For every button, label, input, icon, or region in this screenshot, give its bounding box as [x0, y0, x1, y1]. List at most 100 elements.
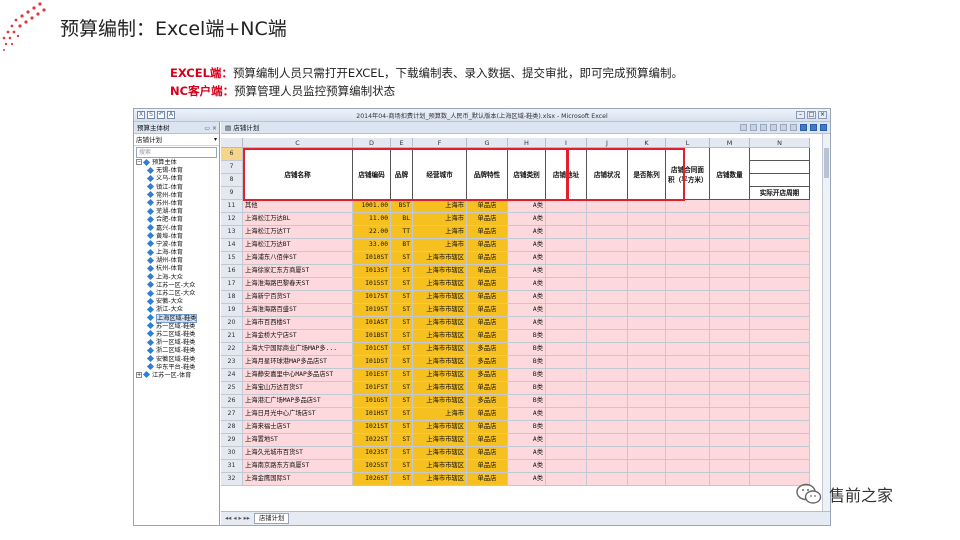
cell-g[interactable]: 单品店: [467, 265, 508, 278]
cell-l[interactable]: [666, 330, 710, 343]
cell-f[interactable]: 上海市: [413, 200, 467, 213]
cell-e[interactable]: ST: [391, 343, 413, 356]
cell-j[interactable]: [587, 304, 628, 317]
cell-l[interactable]: [666, 278, 710, 291]
cell-c[interactable]: 上海市百西楼ST: [243, 317, 353, 330]
tree-item[interactable]: 苏一区域-鞋类: [136, 322, 219, 331]
cell-f[interactable]: 上海市市辖区: [413, 434, 467, 447]
cell-e[interactable]: ST: [391, 434, 413, 447]
nav-icon[interactable]: [800, 124, 807, 131]
cell-d[interactable]: I01AST: [353, 317, 391, 330]
cell-h[interactable]: A类: [508, 252, 546, 265]
row-number[interactable]: 18: [221, 291, 243, 304]
cell-n[interactable]: [750, 369, 810, 382]
cell-i[interactable]: [546, 278, 587, 291]
tree-root[interactable]: − 预算主体: [136, 158, 219, 167]
cell-g[interactable]: 多品店: [467, 343, 508, 356]
cell-k[interactable]: [628, 369, 666, 382]
cell-k[interactable]: [628, 421, 666, 434]
cell-i[interactable]: [546, 239, 587, 252]
cell-e[interactable]: ST: [391, 460, 413, 473]
cell-h[interactable]: A类: [508, 434, 546, 447]
cell-n[interactable]: [750, 304, 810, 317]
cell-l[interactable]: [666, 434, 710, 447]
cell-f[interactable]: 上海市市辖区: [413, 356, 467, 369]
cell-c[interactable]: 上海金鹰国际ST: [243, 473, 353, 486]
tree-search-input[interactable]: 搜索: [136, 147, 217, 158]
cell-f[interactable]: 上海市市辖区: [413, 304, 467, 317]
cell-k[interactable]: [628, 434, 666, 447]
cell-j[interactable]: [587, 317, 628, 330]
cell-j[interactable]: [587, 408, 628, 421]
cell-n[interactable]: [750, 395, 810, 408]
cell-c[interactable]: 上海淮海路巴黎春天ST: [243, 278, 353, 291]
cell-l[interactable]: [666, 408, 710, 421]
cell-m[interactable]: [710, 434, 750, 447]
cell-d[interactable]: I017ST: [353, 291, 391, 304]
tree-item[interactable]: 江苏一区-大众: [136, 281, 219, 290]
cell-h[interactable]: A类: [508, 408, 546, 421]
minimize-icon[interactable]: –: [796, 111, 805, 119]
cell-l[interactable]: [666, 356, 710, 369]
row-number[interactable]: 9: [221, 187, 243, 200]
row-number[interactable]: 23: [221, 356, 243, 369]
cell-m[interactable]: [710, 330, 750, 343]
cell-j[interactable]: [587, 278, 628, 291]
cell-k[interactable]: [628, 252, 666, 265]
cell-j[interactable]: [587, 473, 628, 486]
cell-n[interactable]: [750, 460, 810, 473]
cell-h[interactable]: B类: [508, 421, 546, 434]
cell-g[interactable]: 单品店: [467, 291, 508, 304]
row-number[interactable]: 25: [221, 382, 243, 395]
cell-c[interactable]: 上海置地ST: [243, 434, 353, 447]
cell-i[interactable]: [546, 395, 587, 408]
cell-f[interactable]: 上海市市辖区: [413, 291, 467, 304]
tree-item[interactable]: 苏州-体育: [136, 199, 219, 208]
cell-m[interactable]: [710, 473, 750, 486]
cell-m[interactable]: [710, 369, 750, 382]
cell-m[interactable]: [710, 265, 750, 278]
cell-i[interactable]: [546, 330, 587, 343]
row-number[interactable]: 20: [221, 317, 243, 330]
cell-n[interactable]: [750, 382, 810, 395]
cell-c[interactable]: 上海南京路东方商厦ST: [243, 460, 353, 473]
cell-k[interactable]: [628, 239, 666, 252]
scrollbar-thumb[interactable]: [824, 148, 829, 178]
cell-l[interactable]: [666, 226, 710, 239]
cell-i[interactable]: [546, 265, 587, 278]
tree-item[interactable]: + 江苏一区-体育: [136, 371, 219, 380]
cell-l[interactable]: [666, 265, 710, 278]
cell-j[interactable]: [587, 395, 628, 408]
row-number[interactable]: 21: [221, 330, 243, 343]
cell-j[interactable]: [587, 356, 628, 369]
tool-icon[interactable]: [740, 124, 747, 131]
cell-e[interactable]: ST: [391, 291, 413, 304]
cell-e[interactable]: BST: [391, 200, 413, 213]
row-number[interactable]: 6: [221, 148, 243, 161]
cell-g[interactable]: 单品店: [467, 226, 508, 239]
cell-j[interactable]: [587, 252, 628, 265]
cell-j[interactable]: [587, 460, 628, 473]
cell-c[interactable]: 上海浦东八佰伴ST: [243, 252, 353, 265]
row-number[interactable]: 27: [221, 408, 243, 421]
close-icon[interactable]: ×: [818, 111, 827, 119]
cell-l[interactable]: [666, 291, 710, 304]
cell-k[interactable]: [628, 447, 666, 460]
cell-j[interactable]: [587, 434, 628, 447]
cell-h[interactable]: A类: [508, 226, 546, 239]
cell-f[interactable]: 上海市市辖区: [413, 473, 467, 486]
cell-l[interactable]: [666, 304, 710, 317]
cell-i[interactable]: [546, 213, 587, 226]
cell-f[interactable]: 上海市: [413, 226, 467, 239]
cell-g[interactable]: 单品店: [467, 239, 508, 252]
cell-h[interactable]: B类: [508, 382, 546, 395]
nav-icon[interactable]: [820, 124, 827, 131]
cell-g[interactable]: 单品店: [467, 304, 508, 317]
excel-logo-icon[interactable]: X: [137, 111, 145, 119]
cell-e[interactable]: ST: [391, 382, 413, 395]
cell-f[interactable]: 上海市市辖区: [413, 343, 467, 356]
row-number[interactable]: 32: [221, 473, 243, 486]
cell-d[interactable]: I025ST: [353, 460, 391, 473]
cell-h[interactable]: A类: [508, 291, 546, 304]
cell-n[interactable]: [750, 447, 810, 460]
